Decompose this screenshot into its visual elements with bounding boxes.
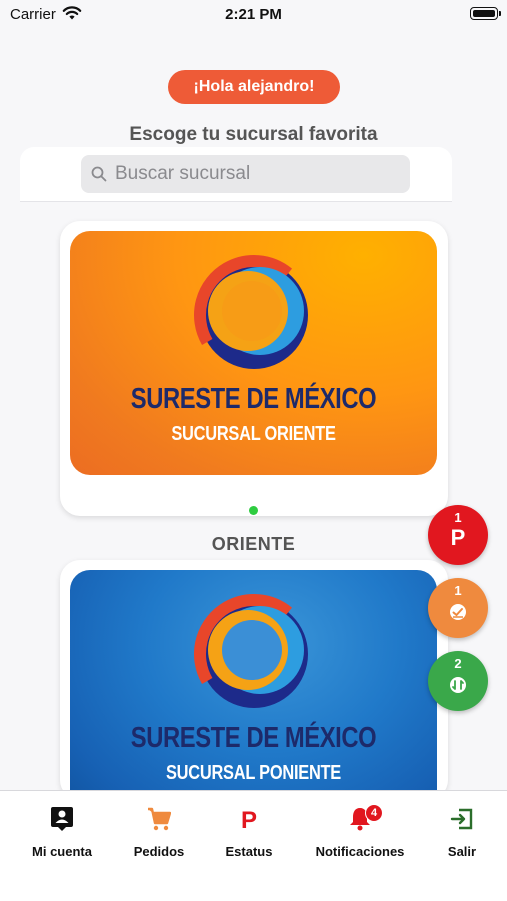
tab-estatus[interactable]: P Estatus — [199, 791, 299, 871]
tab-label: Estatus — [225, 844, 273, 859]
in-progress-icon — [450, 677, 466, 693]
status-p-icon: P — [241, 807, 257, 832]
tab-mi-cuenta[interactable]: Mi cuenta — [12, 791, 112, 871]
branch-banner-oriente[interactable]: SURESTE DE MÉXICO SUCURSAL ORIENTE — [70, 231, 437, 475]
branch-subtitle: SUCURSAL ORIENTE — [171, 423, 336, 445]
tab-label: Notificaciones — [315, 844, 405, 859]
battery-icon — [470, 7, 501, 20]
delivered-orders-fab[interactable]: 1 — [428, 578, 488, 638]
bottom-tab-bar: Mi cuenta Pedidos P Estatus 4 Notificaci… — [0, 790, 507, 901]
search-input[interactable] — [115, 155, 395, 193]
notification-badge: 4 — [365, 804, 383, 822]
carousel-indicator — [249, 506, 258, 515]
status-bar: Carrier 2:21 PM — [0, 0, 507, 30]
delivered-check-icon — [450, 604, 466, 620]
page-heading: Escoge tu sucursal favorita — [129, 124, 378, 145]
tab-pedidos[interactable]: Pedidos — [109, 791, 209, 871]
search-bar[interactable] — [81, 155, 410, 193]
pending-orders-fab[interactable]: 1 P — [428, 505, 488, 565]
tab-label: Pedidos — [133, 844, 185, 859]
clock: 2:21 PM — [225, 6, 282, 23]
branch-card-oriente[interactable]: SURESTE DE MÉXICO SUCURSAL ORIENTE — [60, 221, 448, 516]
greeting-badge: ¡Hola alejandro! — [168, 70, 340, 104]
tab-label: Mi cuenta — [32, 844, 92, 859]
branch-card-poniente[interactable]: SURESTE DE MÉXICO SUCURSAL PONIENTE — [60, 560, 448, 814]
fab-count: 1 — [454, 583, 462, 598]
tab-salir[interactable]: Salir — [412, 791, 507, 871]
tab-label: Salir — [447, 844, 477, 859]
fab-count: 2 — [454, 656, 462, 671]
brand-logo-icon — [194, 594, 314, 714]
logout-icon — [450, 808, 473, 830]
brand-logo-icon — [194, 255, 314, 375]
in-progress-orders-fab[interactable]: 2 — [428, 651, 488, 711]
account-icon — [51, 807, 73, 831]
branch-banner-poniente[interactable]: SURESTE DE MÉXICO SUCURSAL PONIENTE — [70, 570, 437, 814]
parking-p-icon: P — [450, 525, 466, 550]
svg-text:P: P — [241, 807, 257, 832]
fab-count: 1 — [454, 510, 462, 525]
branch-subtitle: SUCURSAL PONIENTE — [165, 762, 342, 784]
brand-title: SURESTE DE MÉXICO — [130, 383, 377, 415]
cart-icon — [148, 807, 171, 831]
brand-title: SURESTE DE MÉXICO — [130, 722, 377, 754]
tab-notificaciones[interactable]: 4 Notificaciones — [310, 791, 410, 871]
search-icon — [91, 166, 107, 182]
